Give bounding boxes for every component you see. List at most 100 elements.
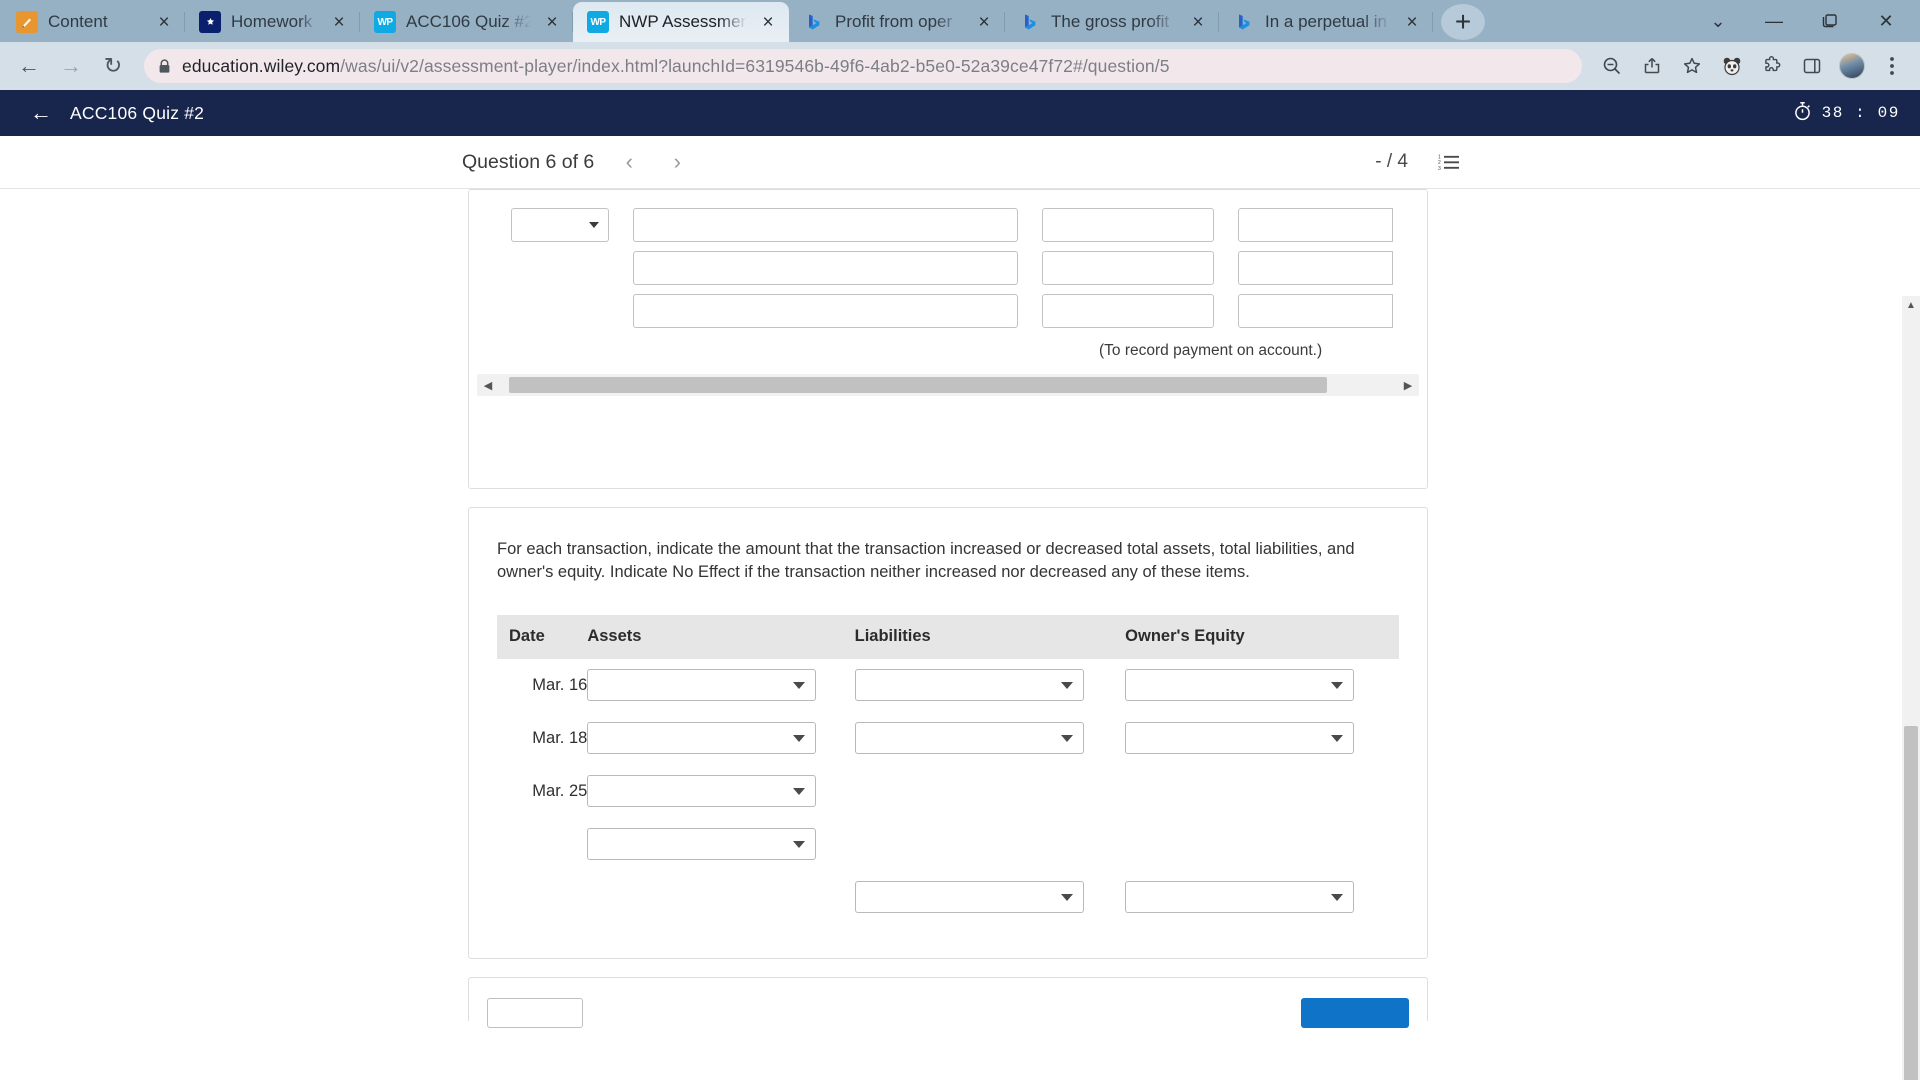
browser-tab-the-gross-profit[interactable]: The gross profit × [1005,2,1219,42]
assets-select[interactable] [587,669,817,702]
close-icon[interactable]: × [1401,11,1423,33]
table-row: Mar. 25 [497,765,1399,818]
column-header-assets: Assets [587,614,855,659]
browser-tab-title: Profit from oper [835,12,953,31]
back-button[interactable]: ← [10,47,48,85]
browser-tab-nwp-assessment[interactable]: WP NWP Assessment × [573,2,789,42]
effects-table: Date Assets Liabilities Owner's Equity M… [497,614,1399,924]
reload-button[interactable]: ↻ [94,47,132,85]
zoom-out-icon[interactable] [1594,48,1630,84]
journal-entry-caption: (To record payment on account.) [1099,342,1323,359]
forward-button[interactable]: → [52,47,90,85]
app-back-button[interactable]: ← [30,102,52,124]
cell-liabilities [854,871,1126,924]
browser-tab-in-a-perpetual[interactable]: In a perpetual in × [1219,2,1433,42]
address-bar[interactable]: education.wiley.com/was/ui/v2/assessment… [144,49,1582,83]
browser-tab-title: ACC106 Quiz #2 [406,12,531,31]
page-vertical-scrollbar[interactable]: ▲ ▼ [1902,296,1920,1080]
next-question-button[interactable]: › [664,149,690,175]
owners-equity-select[interactable] [1125,669,1355,702]
table-header-row: Date Assets Liabilities Owner's Equity [497,614,1399,659]
previous-question-button[interactable]: ‹ [616,149,642,175]
close-icon[interactable]: × [973,11,995,33]
assets-select[interactable] [587,722,817,755]
panda-extension-icon[interactable] [1714,48,1750,84]
browser-tab-content[interactable]: Content × [2,2,185,42]
chevron-down-icon [793,787,806,795]
journal-credit-input[interactable] [1238,251,1393,285]
question-navigation: Question 6 of 6 ‹ › [462,149,690,175]
question-counter: Question 6 of 6 [462,150,595,173]
journal-account-input[interactable] [633,208,1018,242]
numbered-list-icon[interactable]: 1 2 3 [1438,153,1460,171]
liabilities-select[interactable] [854,881,1084,914]
browser-tab-homework-help[interactable]: Homework Help × [185,2,360,42]
cell-owners-equity [1125,871,1399,924]
scroll-up-icon[interactable]: ▲ [1902,296,1920,314]
scroll-track[interactable] [499,374,1397,396]
liabilities-select[interactable] [854,669,1084,702]
browser-tab-acc106-quiz[interactable]: WP ACC106 Quiz #2 × [360,2,573,42]
question-bar: Question 6 of 6 ‹ › - / 4 1 2 3 [0,136,1920,189]
assets-select[interactable] [587,775,817,808]
browser-tab-title: In a perpetual in [1265,12,1387,31]
scroll-right-icon[interactable]: ▶ [1397,374,1419,396]
secondary-action-button[interactable] [487,997,583,1028]
browser-tab-title: NWP Assessment [619,12,747,31]
window-controls: ⌄ — ✕ [1690,0,1920,42]
scroll-thumb[interactable] [1904,726,1918,1080]
tab-search-chevron-icon[interactable]: ⌄ [1690,0,1746,42]
bing-icon [803,11,825,33]
close-icon[interactable]: × [328,11,350,33]
timer-text: 38 : 09 [1821,104,1900,122]
journal-credit-input[interactable] [1238,294,1393,328]
journal-debit-input[interactable] [1042,208,1214,242]
extensions-puzzle-icon[interactable] [1754,48,1790,84]
close-icon[interactable]: × [153,11,175,33]
profile-avatar[interactable] [1834,48,1870,84]
journal-credit-input[interactable] [1238,208,1393,242]
cell-date: Mar. 18 [532,728,588,747]
journal-horizontal-scrollbar[interactable]: ◀ ▶ [477,374,1419,396]
journal-date-select[interactable] [511,208,609,242]
sidepanel-icon[interactable] [1794,48,1830,84]
url-text: education.wiley.com/was/ui/v2/assessment… [182,56,1170,77]
svg-text:3: 3 [1438,166,1441,171]
table-row: Mar. 16 [497,659,1399,712]
chevron-down-icon [1060,681,1073,689]
share-icon[interactable] [1634,48,1670,84]
cell-liabilities [854,659,1126,712]
column-header-liabilities: Liabilities [854,614,1126,659]
bookmark-star-icon[interactable] [1674,48,1710,84]
journal-account-input[interactable] [633,251,1018,285]
journal-debit-input[interactable] [1042,294,1214,328]
owners-equity-select[interactable] [1125,722,1355,755]
submit-button[interactable] [1301,997,1409,1028]
browser-tab-title: The gross profit [1051,12,1170,31]
browser-tab-profit-from-oper[interactable]: Profit from oper × [789,2,1005,42]
chrome-menu-icon[interactable] [1874,48,1910,84]
bing-icon [1233,11,1255,33]
minimize-button[interactable]: — [1746,0,1802,42]
assets-select[interactable] [587,828,817,861]
brainly-shield-icon [199,11,221,33]
journal-debit-input[interactable] [1042,251,1214,285]
window-close-button[interactable]: ✕ [1858,0,1914,42]
cell-owners-equity [1125,659,1399,712]
lock-icon [158,58,172,74]
chevron-down-icon [1060,734,1073,742]
chevron-down-icon [793,734,806,742]
maximize-button[interactable] [1802,0,1858,42]
new-tab-button[interactable]: + [1441,4,1485,40]
close-icon[interactable]: × [541,11,563,33]
cell-assets [587,712,854,765]
liabilities-select[interactable] [854,722,1084,755]
cell-owners-equity-empty [1125,765,1399,818]
journal-account-input[interactable] [633,294,1018,328]
scroll-left-icon[interactable]: ◀ [477,374,499,396]
close-icon[interactable]: × [1187,11,1209,33]
close-icon[interactable]: × [757,11,779,33]
owners-equity-select[interactable] [1125,881,1355,914]
scroll-thumb[interactable] [509,377,1327,393]
question-actions-card [468,976,1428,1028]
